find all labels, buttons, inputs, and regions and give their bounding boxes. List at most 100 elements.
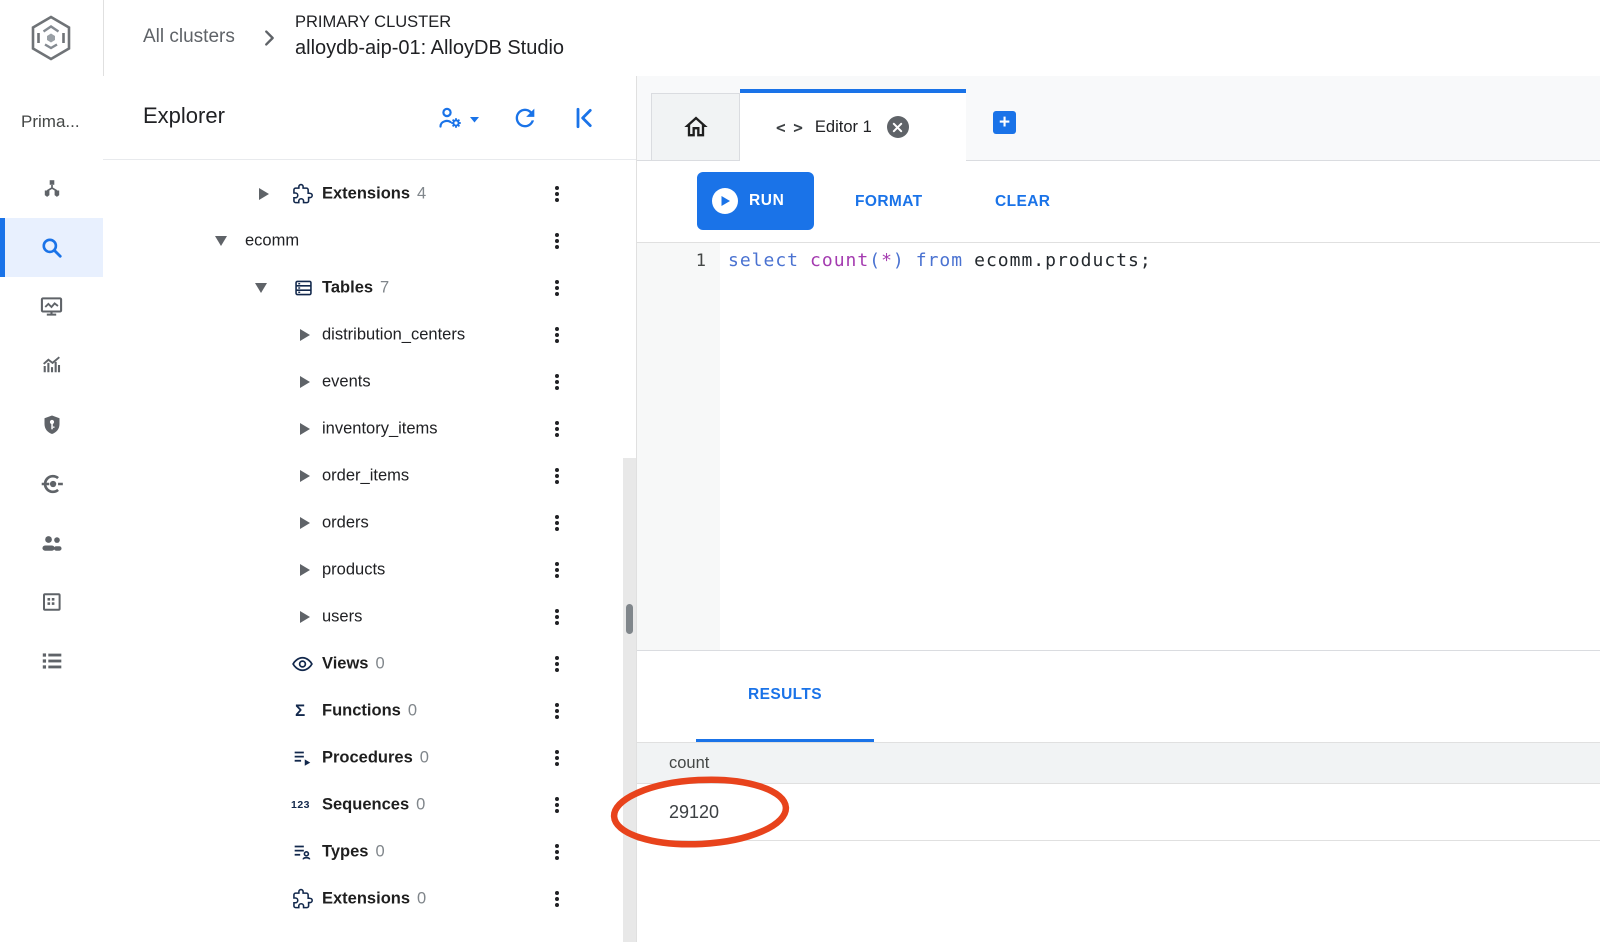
extension-icon <box>293 888 313 908</box>
tree-item-ecomm[interactable]: ecomm <box>103 217 636 264</box>
count-value: 29120 <box>669 801 720 822</box>
nav-item-studio[interactable] <box>0 218 103 277</box>
extension-icon <box>293 183 313 203</box>
item-menu-icon[interactable] <box>555 426 559 431</box>
sql-code-line[interactable]: select count(*) from ecomm.products; <box>728 250 1152 271</box>
tab-results[interactable]: RESULTS <box>696 651 874 739</box>
expand-arrow-icon[interactable] <box>300 469 310 482</box>
tab-editor-1[interactable]: < > Editor 1 <box>740 89 966 161</box>
breadcrumb-all-clusters[interactable]: All clusters <box>143 26 235 48</box>
tree-item-order-items[interactable]: order_items <box>103 452 636 499</box>
page-title: alloydb-aip-01: AlloyDB Studio <box>295 37 565 59</box>
scrollbar-thumb[interactable] <box>626 604 633 634</box>
add-tab-button[interactable]: + <box>993 111 1016 134</box>
nav-item-databases[interactable] <box>0 572 103 631</box>
close-tab-button[interactable] <box>886 116 909 138</box>
expand-arrow-icon[interactable] <box>300 422 310 435</box>
item-menu-icon[interactable] <box>555 755 559 760</box>
tree-item-products[interactable]: products <box>103 546 636 593</box>
run-button[interactable]: RUN <box>697 172 814 230</box>
tree-label: ecomm <box>245 231 300 249</box>
tree-item-tables[interactable]: Tables 7 <box>103 264 636 311</box>
eye-icon <box>292 656 313 671</box>
table-icon <box>295 280 312 295</box>
cluster-icon <box>44 179 59 197</box>
line-number: 1 <box>695 251 706 271</box>
explorer-title: Explorer <box>143 103 225 128</box>
tree-item-views[interactable]: Views 0 <box>103 640 636 687</box>
item-menu-icon[interactable] <box>555 567 559 572</box>
item-menu-icon[interactable] <box>555 332 559 337</box>
alloydb-studio-app: All clusters PRIMARY CLUSTER alloydb-aip… <box>0 0 1600 942</box>
results-data-row[interactable]: 29120 <box>637 784 1600 841</box>
numbers-123-icon: 123 <box>291 798 311 811</box>
item-menu-icon[interactable] <box>555 708 559 713</box>
search-icon <box>41 237 62 258</box>
item-menu-icon[interactable] <box>555 802 559 807</box>
item-menu-icon[interactable] <box>555 661 559 666</box>
collapse-left-icon <box>576 107 592 129</box>
nav-item-operations[interactable] <box>0 631 103 690</box>
item-menu-icon[interactable] <box>555 473 559 478</box>
sql-keyword: select <box>728 250 800 271</box>
tree-item-inventory-items[interactable]: inventory_items <box>103 405 636 452</box>
tree-item-distribution-centers[interactable]: distribution_centers <box>103 311 636 358</box>
item-menu-icon[interactable] <box>555 379 559 384</box>
expand-arrow-icon[interactable] <box>300 375 310 388</box>
item-menu-icon[interactable] <box>555 520 559 525</box>
nav-item-security[interactable] <box>0 395 103 454</box>
breadcrumb-cluster-type: PRIMARY CLUSTER <box>295 13 452 31</box>
editor-tab-strip: < > Editor 1 + <box>637 76 1600 161</box>
nav-item-connections[interactable] <box>0 454 103 513</box>
editor-tab-label: Editor 1 <box>814 117 872 136</box>
item-menu-icon[interactable] <box>555 849 559 854</box>
expand-arrow-icon[interactable] <box>300 610 310 623</box>
item-menu-icon[interactable] <box>555 896 559 901</box>
collapse-arrow-icon[interactable] <box>215 235 227 246</box>
caret-down-icon <box>470 117 479 123</box>
list-icon <box>42 652 61 669</box>
user-settings-button[interactable] <box>437 104 481 139</box>
home-icon <box>683 116 708 137</box>
explorer-panel: Explorer Extensions 4 ecomm Tables 7 dis… <box>103 76 637 942</box>
home-tab[interactable] <box>651 93 740 160</box>
sql-identifier: ecomm.products; <box>974 250 1152 271</box>
expand-arrow-icon[interactable] <box>300 516 310 529</box>
collapse-arrow-icon[interactable] <box>255 282 267 293</box>
tree-item-events[interactable]: events <box>103 358 636 405</box>
expand-arrow-icon[interactable] <box>259 187 269 200</box>
sql-editor[interactable]: 1 select count(*) from ecomm.products; <box>637 243 1600 650</box>
tree-count: 7 <box>380 278 390 296</box>
plus-icon: + <box>998 111 1011 133</box>
collapse-panel-button[interactable] <box>571 104 599 137</box>
explorer-scrollbar[interactable] <box>623 458 636 942</box>
item-menu-icon[interactable] <box>555 285 559 290</box>
tree-item-types[interactable]: Types 0 <box>103 828 636 875</box>
tree-item-procedures[interactable]: Procedures 0 <box>103 734 636 781</box>
tree-item-extensions[interactable]: Extensions 4 <box>103 170 636 217</box>
expand-arrow-icon[interactable] <box>300 563 310 576</box>
tree-item-sequences[interactable]: 123 Sequences 0 <box>103 781 636 828</box>
procedure-icon <box>294 751 311 766</box>
tree-item-users[interactable]: users <box>103 593 636 640</box>
sigma-icon: Σ <box>295 700 306 720</box>
item-menu-icon[interactable] <box>555 614 559 619</box>
nav-item-system-insights[interactable] <box>0 277 103 336</box>
item-menu-icon[interactable] <box>555 191 559 196</box>
format-button[interactable]: FORMAT <box>855 161 923 242</box>
item-menu-icon[interactable] <box>555 238 559 243</box>
nav-item-monitoring[interactable] <box>0 336 103 395</box>
alloydb-logo-icon <box>31 15 71 61</box>
expand-arrow-icon[interactable] <box>300 328 310 341</box>
tree-label: Extensions <box>322 184 411 202</box>
tree-item-orders[interactable]: orders <box>103 499 636 546</box>
nav-item-users[interactable] <box>0 513 103 572</box>
code-icon: < > <box>776 117 803 137</box>
refresh-button[interactable] <box>511 104 539 137</box>
play-icon <box>712 188 738 214</box>
tree-item-extensions-0[interactable]: Extensions 0 <box>103 875 636 922</box>
connection-icon <box>41 474 63 493</box>
tree-item-functions[interactable]: Σ Functions 0 <box>103 687 636 734</box>
nav-item-clusters[interactable] <box>0 159 103 218</box>
clear-button[interactable]: CLEAR <box>995 161 1050 242</box>
